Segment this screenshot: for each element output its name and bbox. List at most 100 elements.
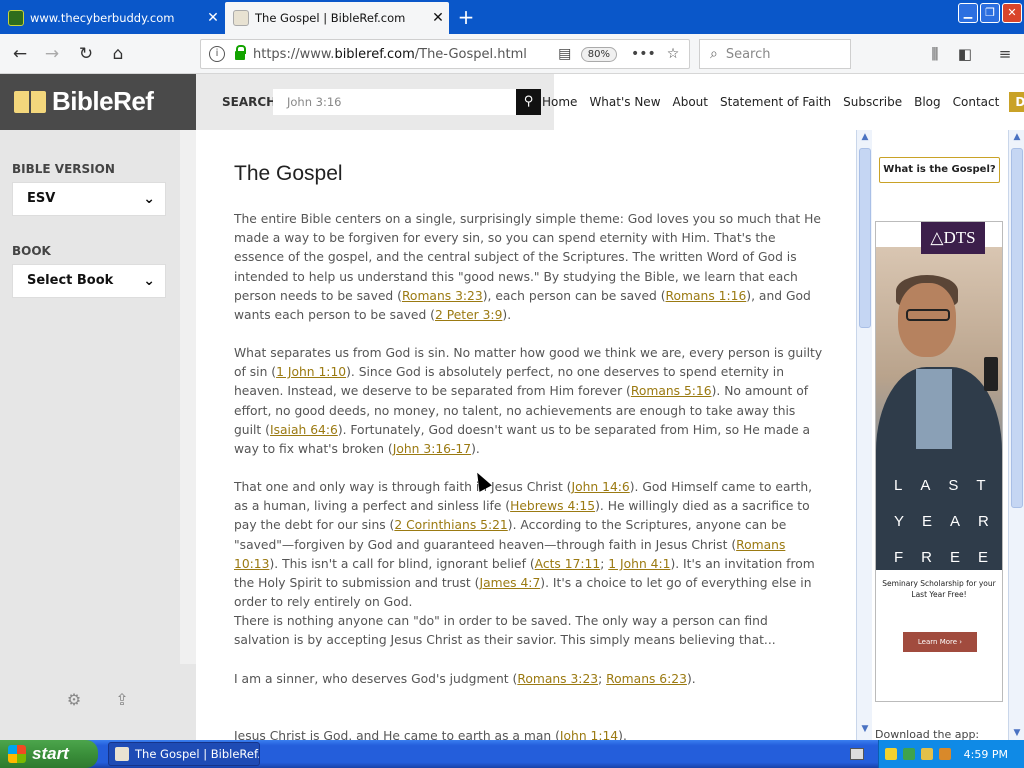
- nav-whats-new[interactable]: What's New: [589, 95, 660, 109]
- verse-link[interactable]: Acts 17:11: [535, 557, 601, 571]
- verse-link[interactable]: Romans 3:23: [402, 289, 483, 303]
- tray-network-icon[interactable]: [903, 748, 915, 760]
- zoom-level[interactable]: 80%: [580, 46, 617, 62]
- verse-link[interactable]: Romans 6:23: [606, 672, 687, 686]
- minimize-icon[interactable]: ▁: [958, 3, 978, 23]
- nav-subscribe[interactable]: Subscribe: [843, 95, 902, 109]
- tab-bibleref[interactable]: The Gospel | BibleRef.com ✕: [225, 2, 449, 34]
- scroll-up-icon[interactable]: ▲: [1009, 132, 1024, 142]
- home-icon[interactable]: ⌂: [104, 40, 132, 68]
- browser-nav-bar: ← → ↻ ⌂ i https://www.bibleref.com/The-G…: [0, 34, 1024, 74]
- site-search: SEARCH John 3:16 ⚲: [196, 74, 554, 130]
- ad-word: FREE: [894, 549, 1002, 566]
- site-info-icon[interactable]: i: [209, 46, 225, 62]
- paragraph-5: I am a sinner, who deserves God's judgme…: [234, 672, 696, 686]
- site-nav: Home What's New About Statement of Faith…: [542, 74, 1024, 130]
- verse-link[interactable]: 2 Peter 3:9: [435, 308, 502, 322]
- browser-search-field[interactable]: ⌕ Search: [699, 39, 851, 69]
- new-tab-icon[interactable]: +: [452, 4, 480, 30]
- book-select[interactable]: Select Book ⌄: [12, 264, 166, 298]
- bookmark-star-icon[interactable]: ☆: [663, 46, 683, 62]
- window-controls: ▁ ❐ ✕: [958, 3, 1022, 23]
- verse-link[interactable]: 1 John 1:10: [276, 365, 346, 379]
- ad-photo: LAST YEAR FREE: [876, 247, 1002, 570]
- nav-home[interactable]: Home: [542, 95, 577, 109]
- ad-word: LAST: [894, 477, 1002, 494]
- tray-app-icon[interactable]: [921, 748, 933, 760]
- verse-link[interactable]: 1 John 4:1: [608, 557, 670, 571]
- paragraph-2: What separates us from God is sin. No ma…: [234, 346, 823, 457]
- chevron-down-icon: ⌄: [143, 273, 155, 289]
- verse-link[interactable]: Romans 3:23: [517, 672, 598, 686]
- clock: 4:59 PM: [963, 747, 1008, 761]
- verse-link[interactable]: Romans 5:16: [631, 384, 712, 398]
- search-label: SEARCH: [222, 95, 277, 109]
- reload-icon[interactable]: ↻: [72, 40, 100, 68]
- search-placeholder: Search: [725, 46, 771, 62]
- paragraph-3: That one and only way is through faith i…: [234, 480, 815, 610]
- paragraph-1: The entire Bible centers on a single, su…: [234, 212, 821, 323]
- tray-app-icon[interactable]: [939, 748, 951, 760]
- tab-thecyberbuddy[interactable]: www.thecyberbuddy.com ✕: [0, 2, 224, 34]
- keyboard-icon[interactable]: [850, 748, 864, 760]
- ad-column: What is the Gospel? LAST YEAR FREE △DTS …: [872, 130, 1008, 740]
- address-bar[interactable]: i https://www.bibleref.com/The-Gospel.ht…: [200, 39, 690, 69]
- nav-blog[interactable]: Blog: [914, 95, 941, 109]
- verse-link[interactable]: John 14:6: [571, 480, 629, 494]
- verse-link[interactable]: Hebrews 4:15: [510, 499, 595, 513]
- bible-version-label: BIBLE VERSION: [12, 162, 115, 176]
- bible-version-select[interactable]: ESV ⌄: [12, 182, 166, 216]
- nav-about[interactable]: About: [673, 95, 708, 109]
- forward-icon[interactable]: →: [38, 40, 66, 68]
- open-book-icon: [14, 90, 46, 113]
- verse-link[interactable]: John 3:16-17: [393, 442, 471, 456]
- scroll-down-icon[interactable]: ▼: [1009, 728, 1024, 738]
- tab-title: www.thecyberbuddy.com: [30, 11, 175, 25]
- verse-link[interactable]: Romans 1:16: [666, 289, 747, 303]
- start-button[interactable]: start: [0, 740, 98, 768]
- bibleref-logo[interactable]: BibleRef: [14, 86, 154, 117]
- tray-app-icon[interactable]: [885, 748, 897, 760]
- lock-icon: [235, 45, 246, 60]
- close-window-icon[interactable]: ✕: [1002, 3, 1022, 23]
- page-scrollbar[interactable]: ▲ ▼: [1008, 130, 1024, 740]
- verse-link[interactable]: 2 Corinthians 5:21: [394, 518, 507, 532]
- share-icon[interactable]: ⇪: [108, 687, 136, 715]
- download-app-text: Download the app:: [875, 728, 980, 740]
- dts-ad[interactable]: LAST YEAR FREE △DTS Seminary Scholarship…: [875, 221, 1003, 702]
- reader-view-icon[interactable]: ▤: [555, 46, 575, 62]
- dts-logo: △DTS: [921, 222, 985, 254]
- search-icon[interactable]: ⚲: [516, 89, 541, 115]
- scroll-thumb[interactable]: [1011, 148, 1023, 508]
- sidebar-scrollbar[interactable]: [180, 130, 196, 664]
- ad-word: YEAR: [894, 513, 1002, 530]
- browser-window-icon: [115, 747, 129, 761]
- menu-icon[interactable]: ≡: [992, 40, 1018, 68]
- nav-statement-of-faith[interactable]: Statement of Faith: [720, 95, 831, 109]
- paragraph-6: Jesus Christ is God, and He came to eart…: [234, 727, 824, 740]
- close-tab-icon[interactable]: ✕: [202, 10, 224, 26]
- page-actions-icon[interactable]: •••: [631, 46, 656, 62]
- taskbar-window-item[interactable]: The Gospel | BibleRef...: [108, 742, 260, 766]
- learn-more-button[interactable]: Learn More ›: [903, 632, 977, 652]
- library-icon[interactable]: ⫼: [922, 40, 948, 68]
- tab-title: The Gospel | BibleRef.com: [255, 11, 406, 25]
- verse-link[interactable]: Isaiah 64:6: [270, 423, 338, 437]
- verse-link[interactable]: James 4:7: [479, 576, 540, 590]
- scroll-up-icon[interactable]: ▲: [857, 132, 873, 146]
- sidebar-toggle-icon[interactable]: ◧: [952, 40, 978, 68]
- restore-icon[interactable]: ❐: [980, 3, 1000, 23]
- nav-contact[interactable]: Contact: [953, 95, 1000, 109]
- scroll-down-icon[interactable]: ▼: [857, 724, 873, 738]
- donate-button[interactable]: Donate: [1009, 92, 1024, 112]
- what-is-gospel-button[interactable]: What is the Gospel?: [879, 157, 1000, 183]
- book-label: BOOK: [12, 244, 51, 258]
- close-tab-icon[interactable]: ✕: [427, 10, 449, 26]
- tab-favicon-icon: [233, 10, 249, 26]
- back-icon[interactable]: ←: [6, 40, 34, 68]
- verse-link[interactable]: John 1:14: [560, 729, 618, 740]
- content-scrollbar[interactable]: ▲ ▼: [856, 130, 872, 740]
- settings-gear-icon[interactable]: ⚙: [60, 687, 88, 715]
- scroll-thumb[interactable]: [859, 148, 871, 328]
- site-search-input[interactable]: John 3:16: [273, 89, 516, 115]
